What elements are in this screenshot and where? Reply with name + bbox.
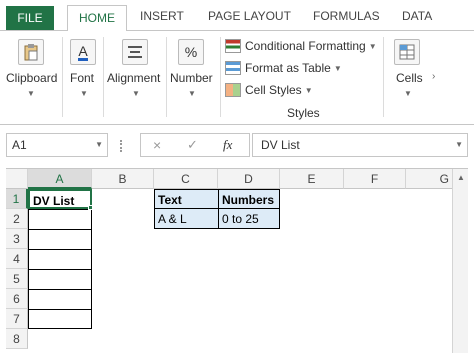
chevron-down-icon: ▼ — [304, 85, 313, 95]
styles-group-label: Styles — [287, 106, 320, 120]
conditional-formatting-icon — [225, 39, 241, 53]
splitter-handle[interactable] — [120, 140, 122, 152]
scroll-up-icon[interactable]: ▲ — [457, 173, 465, 182]
alignment-group[interactable]: Alignment ▼ — [105, 31, 165, 119]
ribbon-tabs: FILE HOME INSERT PAGE LAYOUT FORMULAS DA… — [0, 0, 474, 31]
cell-d1[interactable]: Numbers — [218, 189, 280, 209]
chevron-down-icon: ▼ — [368, 41, 377, 51]
tab-insert[interactable]: INSERT — [140, 9, 184, 23]
formula-input[interactable]: DV List ▼ — [252, 133, 468, 157]
chevron-down-icon: ▼ — [80, 89, 88, 98]
row-header[interactable]: 6 — [6, 289, 28, 309]
chevron-down-icon: ▼ — [333, 63, 342, 73]
column-header-a[interactable]: A — [28, 169, 92, 189]
ribbon: Clipboard ▼ A Font ▼ Alignment ▼ % Numbe… — [0, 30, 474, 125]
tab-home[interactable]: HOME — [67, 5, 127, 31]
formula-buttons: × ✓ fx — [140, 133, 250, 157]
clipboard-group[interactable]: Clipboard ▼ — [0, 31, 60, 119]
conditional-formatting-label: Conditional Formatting — [245, 39, 366, 53]
cell-a1[interactable]: DV List — [28, 189, 92, 209]
formula-value: DV List — [261, 138, 300, 152]
cells-label: Cells — [396, 71, 423, 85]
list-range — [28, 189, 92, 329]
number-label: Number — [170, 71, 213, 85]
clipboard-label: Clipboard — [6, 71, 58, 85]
chevron-right-icon[interactable]: › — [432, 71, 435, 82]
worksheet-grid: A B C D E F G ▲ 1 2 3 4 5 6 7 8 DV List … — [6, 168, 468, 353]
alignment-icon — [122, 39, 148, 65]
formula-bar: A1 ▼ × ✓ fx DV List ▼ — [0, 133, 474, 159]
insert-function-icon[interactable]: fx — [223, 137, 232, 153]
column-header-b[interactable]: B — [92, 169, 154, 189]
row-header[interactable]: 2 — [6, 209, 28, 229]
fill-handle[interactable] — [88, 205, 93, 210]
format-as-table-label: Format as Table — [245, 61, 331, 75]
cell-c2[interactable]: A & L — [154, 209, 218, 229]
chevron-down-icon: ▼ — [132, 89, 140, 98]
chevron-down-icon: ▼ — [95, 140, 103, 149]
group-divider — [220, 37, 221, 117]
chevron-down-icon: ▼ — [27, 89, 35, 98]
font-label: Font — [70, 71, 95, 85]
column-header-d[interactable]: D — [218, 169, 280, 189]
cell-d2[interactable]: 0 to 25 — [218, 209, 280, 229]
cell-styles-button[interactable]: Cell Styles ▼ — [225, 80, 313, 100]
group-divider — [166, 37, 167, 117]
cells-icon — [394, 39, 420, 65]
row-header[interactable]: 3 — [6, 229, 28, 249]
row-header[interactable]: 1 — [6, 189, 28, 209]
row-header[interactable]: 5 — [6, 269, 28, 289]
font-group[interactable]: A Font ▼ — [64, 31, 102, 119]
cancel-icon[interactable]: × — [153, 137, 161, 153]
percent-icon: % — [178, 39, 204, 65]
enter-icon[interactable]: ✓ — [187, 137, 198, 153]
name-box-value: A1 — [12, 138, 27, 152]
group-divider — [383, 37, 384, 117]
row-header[interactable]: 4 — [6, 249, 28, 269]
cell-styles-icon — [225, 83, 241, 97]
row-header[interactable]: 7 — [6, 309, 28, 329]
name-box[interactable]: A1 ▼ — [6, 133, 108, 157]
tab-formulas[interactable]: FORMULAS — [313, 9, 380, 23]
cells-group[interactable]: Cells ▼ — [386, 31, 430, 119]
chevron-down-icon: ▼ — [455, 140, 463, 149]
tab-data[interactable]: DATA — [402, 9, 432, 23]
group-divider — [62, 37, 63, 117]
clipboard-icon — [18, 39, 44, 65]
column-header-e[interactable]: E — [280, 169, 344, 189]
alignment-label: Alignment — [107, 71, 161, 85]
tab-page-layout[interactable]: PAGE LAYOUT — [208, 9, 291, 23]
conditional-formatting-button[interactable]: Conditional Formatting ▼ — [225, 36, 377, 56]
number-group[interactable]: % Number ▼ — [168, 31, 218, 119]
chevron-down-icon: ▼ — [188, 89, 196, 98]
cell-c1[interactable]: Text — [154, 189, 218, 209]
chevron-down-icon: ▼ — [404, 89, 412, 98]
format-as-table-button[interactable]: Format as Table ▼ — [225, 58, 342, 78]
format-as-table-icon — [225, 61, 241, 75]
row-header[interactable]: 8 — [6, 329, 28, 349]
select-all-corner[interactable] — [6, 169, 28, 189]
font-color-icon: A — [70, 39, 96, 65]
group-divider — [103, 37, 104, 117]
column-header-f[interactable]: F — [344, 169, 406, 189]
cell-styles-label: Cell Styles — [245, 83, 302, 97]
tab-file[interactable]: FILE — [6, 6, 54, 30]
column-header-c[interactable]: C — [154, 169, 218, 189]
vertical-scrollbar[interactable]: ▲ — [452, 169, 468, 353]
